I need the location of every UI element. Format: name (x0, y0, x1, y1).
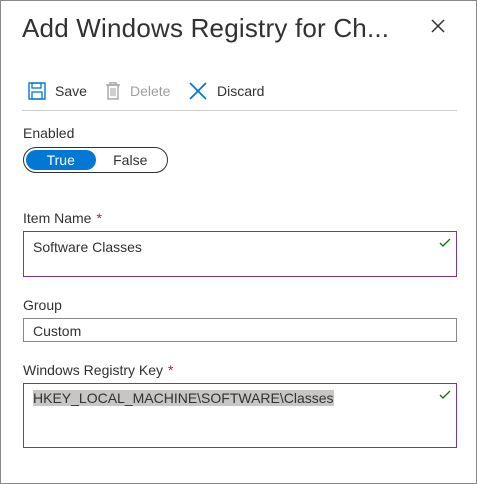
discard-icon (189, 82, 207, 100)
trash-icon (106, 82, 120, 100)
item-name-value: Software Classes (33, 239, 142, 255)
registry-key-label-text: Windows Registry Key (23, 362, 164, 378)
group-value: Custom (33, 323, 82, 339)
save-icon (28, 82, 46, 100)
save-label: Save (55, 83, 87, 99)
item-name-label-text: Item Name (23, 210, 92, 226)
valid-check-icon (439, 390, 451, 399)
item-name-label: Item Name * (23, 210, 102, 226)
enabled-label: Enabled (23, 125, 75, 141)
group-field[interactable]: Custom (23, 318, 457, 342)
registry-key-label: Windows Registry Key * (23, 362, 174, 378)
toggle-false-option[interactable]: False (96, 150, 166, 170)
command-bar: Save Delete Discard (22, 77, 457, 111)
registry-key-field[interactable]: HKEY_LOCAL_MACHINE\SOFTWARE\Classes (23, 383, 457, 448)
close-icon (431, 19, 445, 33)
delete-button[interactable]: Delete (105, 77, 170, 105)
save-button[interactable]: Save (28, 77, 87, 105)
toggle-true-option[interactable]: True (26, 150, 96, 170)
delete-label: Delete (130, 83, 171, 99)
discard-label: Discard (217, 83, 265, 99)
add-registry-panel: Add Windows Registry for Ch... Save Dele… (0, 0, 477, 484)
registry-key-value: HKEY_LOCAL_MACHINE\SOFTWARE\Classes (33, 390, 334, 406)
discard-button[interactable]: Discard (188, 77, 264, 105)
group-label: Group (23, 297, 62, 313)
panel-title: Add Windows Registry for Ch... (22, 13, 390, 43)
required-marker: * (96, 210, 102, 226)
required-marker: * (168, 362, 174, 378)
enabled-toggle[interactable]: True False (23, 147, 168, 173)
item-name-field[interactable]: Software Classes (23, 231, 457, 277)
close-button[interactable] (427, 15, 449, 37)
valid-check-icon (439, 238, 451, 247)
